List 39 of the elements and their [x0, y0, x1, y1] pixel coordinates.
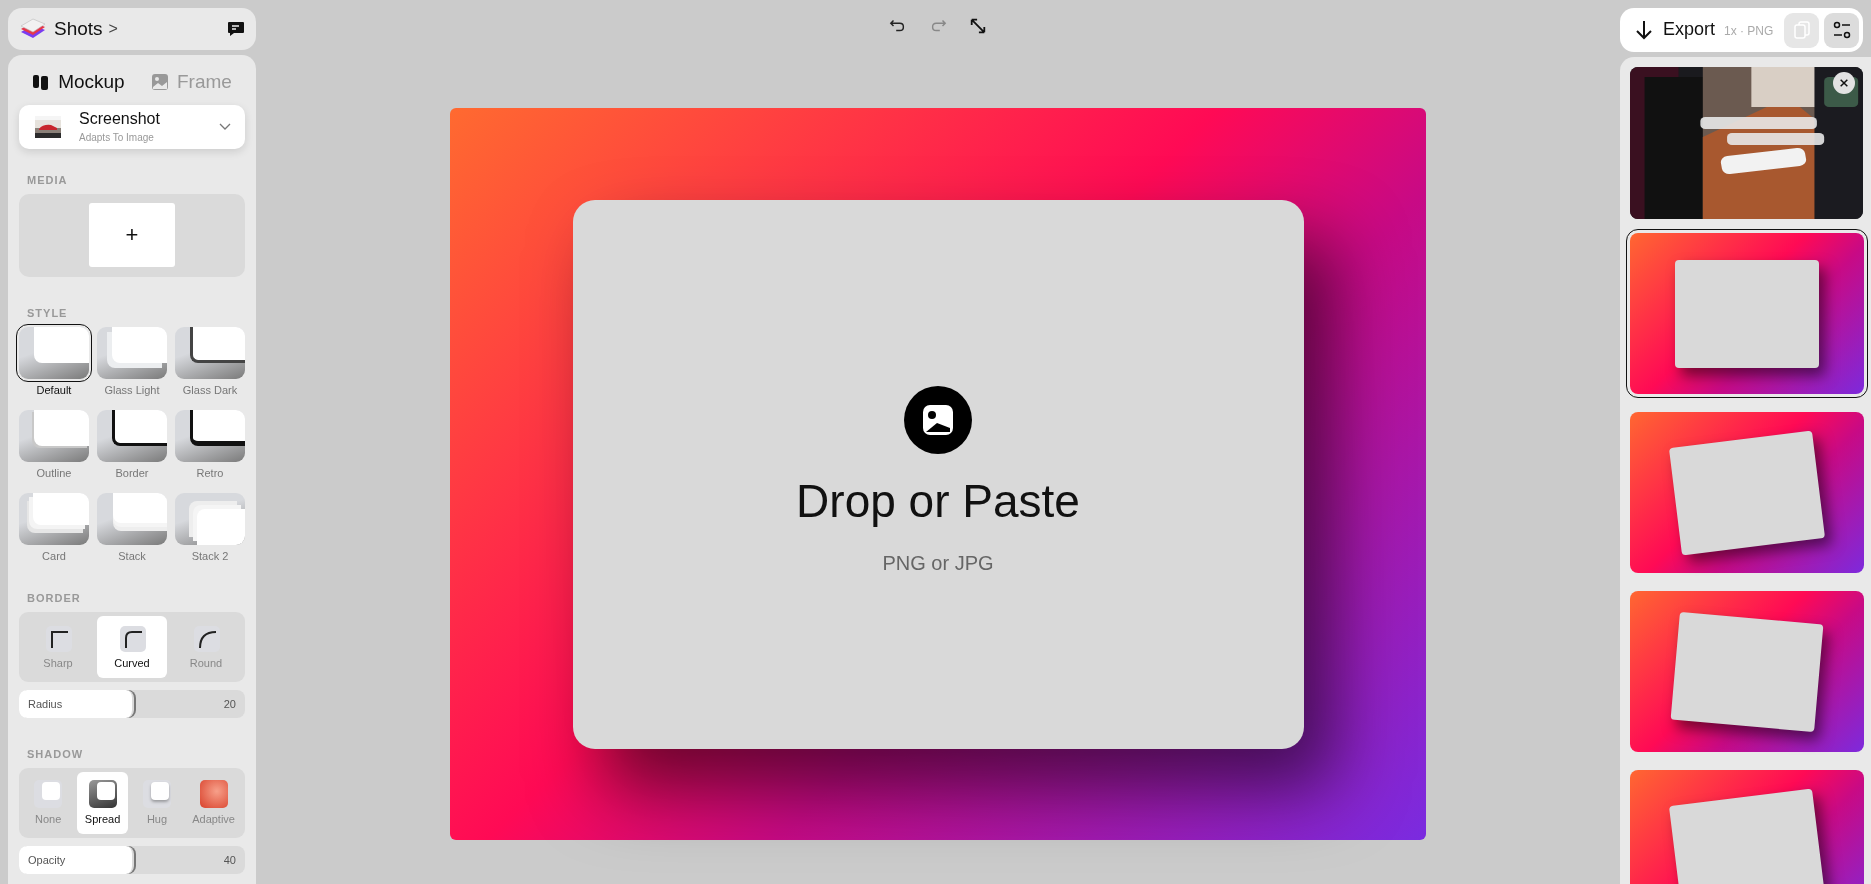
chevron-text[interactable]: > — [108, 20, 118, 38]
close-icon — [1839, 78, 1849, 88]
corner-icon — [118, 624, 146, 653]
corner-icon — [44, 624, 72, 653]
section-title: STYLE — [27, 306, 69, 319]
shadow-option[interactable]: Hug — [131, 771, 183, 834]
drop-card[interactable]: Drop or Paste PNG or JPG — [572, 199, 1304, 749]
image-icon — [150, 72, 169, 91]
image-icon — [904, 385, 972, 454]
chevron-down-icon — [219, 122, 231, 131]
preset-thumbnail[interactable] — [1625, 229, 1868, 398]
device-subtitle: Adapts To Image — [79, 132, 155, 144]
shadow-option[interactable]: Adaptive — [186, 771, 241, 834]
drop-title: Drop or Paste — [796, 473, 1080, 528]
export-button[interactable]: Export 1x · PNG — [1634, 19, 1774, 41]
corner-option[interactable]: Round — [171, 615, 241, 678]
mode-tab[interactable]: Mockup — [26, 66, 131, 97]
add-media-button[interactable]: + — [89, 203, 175, 268]
corner-option[interactable]: Sharp — [23, 615, 93, 678]
download-icon — [1634, 19, 1654, 41]
device-dropdown[interactable]: Screenshot Adapts To Image — [19, 104, 245, 150]
copy-icon — [1791, 20, 1812, 40]
opacity-slider[interactable]: Opacity 40 — [19, 846, 245, 874]
drop-subtitle: PNG or JPG — [882, 551, 994, 575]
settings-button[interactable] — [1824, 12, 1859, 48]
section-title: SHADOW — [27, 747, 85, 760]
device-name: Screenshot — [79, 110, 160, 129]
expand-icon[interactable] — [969, 17, 987, 35]
chat-icon[interactable] — [226, 19, 246, 39]
shadow-option[interactable]: None — [23, 771, 74, 834]
mode-tab[interactable]: Frame — [144, 66, 238, 97]
corner-icon — [192, 624, 220, 653]
corner-option[interactable]: Curved — [97, 615, 167, 678]
app-name[interactable]: Shots — [54, 18, 103, 40]
section-title: BORDER — [27, 591, 82, 604]
section-title: MEDIA — [27, 174, 69, 187]
radius-slider[interactable]: Radius 20 — [19, 689, 245, 718]
shadow-option[interactable]: Spread — [77, 771, 128, 834]
phones-icon — [32, 72, 51, 91]
